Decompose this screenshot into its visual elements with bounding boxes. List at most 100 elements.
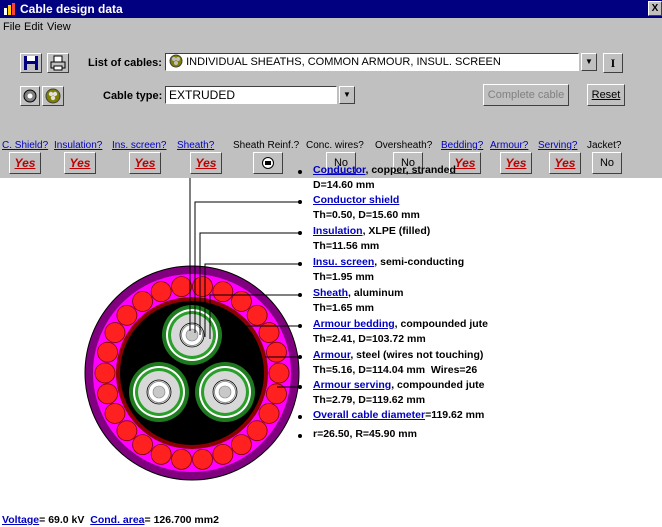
sheath-dims: Th=1.65 mm [313, 302, 374, 314]
sheath-toggle[interactable]: Yes [190, 152, 222, 174]
armour-wire [212, 281, 234, 303]
armour-wire [268, 362, 290, 384]
ins-screen-toggle[interactable]: Yes [129, 152, 161, 174]
armour-link[interactable]: Armour [313, 349, 350, 361]
serving-toggle[interactable]: Yes [549, 152, 581, 174]
annotation-conductor-shield: Conductor shield [313, 194, 399, 206]
conductor-shield-link[interactable]: Conductor shield [313, 194, 399, 206]
armour-wire [97, 383, 118, 405]
bullet-sheath [298, 293, 302, 297]
cable-type-dropdown[interactable]: EXTRUDED [165, 86, 337, 104]
annotation-overall: Overall cable diameter=119.62 mm [313, 409, 484, 421]
cable-type-label: Cable type: [103, 90, 163, 102]
armour-wire [150, 281, 172, 303]
bullet-conductor [298, 170, 302, 174]
insulation-desc: , XLPE (filled) [362, 225, 431, 237]
annotation-radii: r=26.50, R=45.90 mm [313, 428, 417, 440]
armour-dims: Th=5.16, D=114.04 mm Wires=26 [313, 364, 478, 376]
annotation-sheath: Sheath, aluminum [313, 287, 403, 299]
menu-edit[interactable]: Edit [24, 21, 43, 33]
armour-wire [266, 341, 287, 363]
armour-wire [132, 434, 153, 455]
sheath-desc: , aluminum [348, 287, 404, 299]
menu-bar: File Edit View [0, 18, 662, 36]
core-conductor-inner [218, 385, 232, 399]
header-bedding[interactable]: Bedding? [441, 140, 483, 151]
header-oversheath: Oversheath? [375, 140, 433, 151]
bullet-armour-bedding [298, 324, 302, 328]
armour-toggle[interactable]: Yes [500, 152, 532, 174]
bullet-overall [298, 415, 302, 419]
overall-diameter-link[interactable]: Overall cable diameter [313, 409, 425, 421]
insulation-link[interactable]: Insulation [313, 225, 363, 237]
armour-wire [97, 341, 118, 363]
armour-wire [192, 448, 213, 470]
floppy-icon [24, 56, 38, 70]
armour-serving-desc: , compounded jute [391, 379, 485, 391]
insu-screen-link[interactable]: Insu. screen [313, 256, 374, 268]
header-c-shield[interactable]: C. Shield? [2, 140, 48, 151]
info-button[interactable]: I [603, 53, 623, 73]
armour-wire [116, 420, 138, 442]
header-conc-wires: Conc. wires? [306, 140, 364, 151]
cond-area-link[interactable]: Cond. area [90, 514, 144, 526]
title-bar: Cable design data X [0, 0, 662, 18]
armour-serving-link[interactable]: Armour serving [313, 379, 391, 391]
header-sheath[interactable]: Sheath? [177, 140, 214, 151]
bullet-conductor-shield [298, 200, 302, 204]
reset-button[interactable]: Reset [587, 84, 625, 106]
insulation-dims: Th=11.56 mm [313, 240, 380, 252]
conductor-shield-dims: Th=0.50, D=15.60 mm [313, 209, 420, 221]
bullet-insu-screen [298, 262, 302, 266]
list-of-cables-label: List of cables: [88, 57, 162, 69]
armour-wire [150, 443, 172, 465]
header-jacket: Jacket? [587, 140, 622, 151]
annotation-armour: Armour, steel (wires not touching) [313, 349, 483, 361]
list-of-cables-dropdown-arrow[interactable]: ▼ [581, 53, 597, 71]
armour-wire [246, 420, 268, 442]
armour-wire [116, 304, 138, 326]
armour-wire [212, 443, 234, 465]
armour-bedding-link[interactable]: Armour bedding [313, 318, 395, 330]
armour-wire [104, 322, 126, 343]
save-button[interactable] [20, 53, 42, 73]
cable-type-dropdown-arrow[interactable]: ▼ [339, 86, 355, 104]
armour-wire [94, 362, 116, 384]
chevron-down-icon: ▼ [343, 90, 351, 99]
cond-area-value: = 126.700 mm2 [144, 514, 219, 526]
bullet-radii [298, 434, 302, 438]
header-ins-screen[interactable]: Ins. screen? [112, 140, 166, 151]
c-shield-toggle[interactable]: Yes [9, 152, 41, 174]
header-armour[interactable]: Armour? [490, 140, 528, 151]
list-of-cables-dropdown[interactable]: INDIVIDUAL SHEATHS, COMMON ARMOUR, INSUL… [165, 53, 579, 71]
reinforcement-icon [262, 157, 274, 169]
menu-view[interactable]: View [47, 21, 71, 33]
voltage-link[interactable]: Voltage [2, 514, 39, 526]
annotation-insu-screen: Insu. screen, semi-conducting [313, 256, 464, 268]
print-button[interactable] [47, 53, 69, 73]
menu-file[interactable]: File [3, 21, 21, 33]
annotation-armour-serving: Armour serving, compounded jute [313, 379, 485, 391]
armour-wire [104, 403, 126, 424]
armour-wire [258, 403, 280, 424]
armour-wire [171, 276, 192, 298]
complete-cable-button[interactable]: Complete cable [483, 84, 569, 106]
close-button[interactable]: X [648, 1, 662, 16]
insulation-toggle[interactable]: Yes [64, 152, 96, 174]
insu-screen-dims: Th=1.95 mm [313, 271, 374, 283]
armour-wire [132, 291, 153, 312]
cable-icon [169, 54, 183, 68]
conductor-link[interactable]: Conductor [313, 164, 366, 176]
tool-button-1[interactable] [20, 86, 40, 106]
insu-screen-desc: , semi-conducting [374, 256, 465, 268]
header-serving[interactable]: Serving? [538, 140, 577, 151]
annotation-conductor: Conductor, copper, stranded [313, 164, 456, 176]
tool-button-2[interactable] [42, 86, 64, 106]
armour-wire [246, 304, 268, 326]
sheath-reinf-button[interactable] [253, 152, 283, 174]
bullet-armour-serving [298, 385, 302, 389]
voltage-value: = 69.0 kV [39, 514, 85, 526]
header-insulation[interactable]: Insulation? [54, 140, 102, 151]
sheath-link[interactable]: Sheath [313, 287, 348, 299]
jacket-toggle[interactable]: No [592, 152, 622, 174]
